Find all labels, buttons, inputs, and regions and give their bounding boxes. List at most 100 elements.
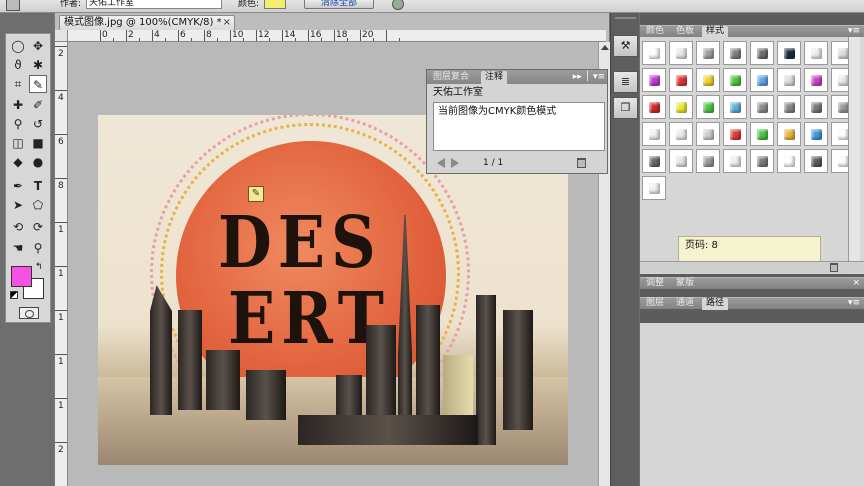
style-swatch[interactable]: [804, 68, 828, 92]
panel-menu-icon[interactable]: ▸▸ │ ▾≡: [573, 71, 605, 83]
document-tab[interactable]: 模式图像.jpg @ 100%(CMYK/8) * ×: [59, 15, 235, 30]
style-swatch[interactable]: [669, 68, 693, 92]
magic-wand-tool-icon[interactable]: ✱: [29, 56, 47, 74]
style-swatch[interactable]: [696, 68, 720, 92]
style-swatch[interactable]: [750, 95, 774, 119]
author-label: 作者:: [60, 0, 82, 9]
tab-paths[interactable]: 路径: [702, 298, 729, 310]
style-swatch[interactable]: [723, 122, 747, 146]
style-swatch[interactable]: [669, 41, 693, 65]
note-color-swatch[interactable]: [264, 0, 286, 9]
style-swatch[interactable]: [777, 68, 801, 92]
style-swatch[interactable]: [777, 149, 801, 173]
hand-tool-icon[interactable]: ☚: [9, 239, 27, 257]
note-marker-icon[interactable]: ✎: [248, 186, 264, 202]
quick-mask-icon[interactable]: [19, 307, 39, 319]
style-swatch[interactable]: [804, 95, 828, 119]
3d-orbit-tool-icon[interactable]: ⟳: [29, 218, 47, 236]
style-swatch[interactable]: [696, 122, 720, 146]
styles-panel-menu-icon[interactable]: ▾≡: [848, 26, 860, 37]
style-swatch[interactable]: [642, 122, 666, 146]
style-swatch[interactable]: [642, 95, 666, 119]
style-swatch[interactable]: [696, 41, 720, 65]
scroll-up-icon[interactable]: [601, 45, 609, 50]
style-swatch[interactable]: [777, 41, 801, 65]
style-swatch[interactable]: [777, 122, 801, 146]
tool-presets-icon[interactable]: ⚒: [613, 35, 638, 57]
style-swatch[interactable]: [750, 149, 774, 173]
swap-colors-icon[interactable]: ↰: [35, 262, 43, 272]
tab-channels[interactable]: 通道: [672, 298, 698, 310]
style-swatch[interactable]: [804, 122, 828, 146]
tab-notes[interactable]: 注释: [481, 71, 508, 84]
gradient-tool-icon[interactable]: ■: [29, 134, 47, 152]
clone-stamp-tool-icon[interactable]: ⚲: [9, 115, 27, 133]
path-selection-tool-icon[interactable]: ➤: [9, 196, 27, 214]
vertical-ruler[interactable]: 2 4 6 8 1 1 1 1 1 2: [55, 42, 68, 486]
crop-tool-icon[interactable]: ⌗: [9, 75, 27, 93]
style-swatch[interactable]: [669, 95, 693, 119]
style-swatch[interactable]: [804, 149, 828, 173]
tab-adjustments[interactable]: 调整: [642, 278, 668, 290]
zoom-tool-icon[interactable]: ⚲: [29, 239, 47, 257]
style-swatch[interactable]: [642, 149, 666, 173]
style-swatch[interactable]: [777, 95, 801, 119]
dodge-tool-icon[interactable]: ●: [29, 153, 47, 171]
history-brush-tool-icon[interactable]: ↺: [29, 115, 47, 133]
healing-brush-tool-icon[interactable]: ✚: [9, 96, 27, 114]
author-field[interactable]: 天佑工作室: [86, 0, 222, 9]
close-tab-icon[interactable]: ×: [223, 16, 231, 30]
lasso-tool-icon[interactable]: ϑ: [9, 56, 27, 74]
style-swatch[interactable]: [723, 95, 747, 119]
shape-tool-icon[interactable]: ⬠: [29, 196, 47, 214]
style-swatch[interactable]: [669, 149, 693, 173]
dock-grip[interactable]: [615, 17, 636, 19]
style-swatch[interactable]: [804, 41, 828, 65]
style-swatch[interactable]: [642, 41, 666, 65]
style-swatch[interactable]: [642, 176, 666, 200]
style-swatch[interactable]: [723, 68, 747, 92]
ruler-tick: [178, 30, 179, 41]
tab-layer-comps[interactable]: 图层复合: [429, 71, 473, 84]
style-swatch[interactable]: [750, 122, 774, 146]
ruler-tick: [55, 134, 67, 135]
style-swatch[interactable]: [750, 41, 774, 65]
default-colors-icon[interactable]: [10, 291, 18, 299]
style-swatch[interactable]: [723, 149, 747, 173]
move-tool-icon[interactable]: ✥: [29, 37, 47, 55]
styles-scrollbar[interactable]: [848, 37, 860, 261]
adjustments-menu-icon[interactable]: ×: [852, 278, 860, 289]
style-swatch[interactable]: [669, 122, 693, 146]
eraser-tool-icon[interactable]: ◫: [9, 134, 27, 152]
style-swatch[interactable]: [696, 95, 720, 119]
style-swatch[interactable]: [696, 149, 720, 173]
style-swatch-preview: [649, 75, 660, 86]
note-text-area[interactable]: 当前图像为CMYK颜色模式: [433, 102, 605, 151]
note-tool-icon-active[interactable]: ✎: [29, 75, 47, 93]
style-swatch[interactable]: [642, 68, 666, 92]
ruler-label: 18: [336, 30, 348, 40]
next-note-icon[interactable]: [451, 158, 459, 168]
tab-masks[interactable]: 蒙版: [672, 278, 698, 290]
type-tool-icon[interactable]: T: [29, 177, 47, 195]
notes-panel-icon[interactable]: ≣: [613, 71, 638, 93]
toggle-panel-icon[interactable]: [392, 0, 404, 10]
previous-note-icon[interactable]: [437, 158, 445, 168]
style-swatch[interactable]: [750, 68, 774, 92]
layer-comps-icon[interactable]: ❐: [613, 97, 638, 119]
horizontal-ruler[interactable]: 0 2 4 6 8 10 12 14 16 18 20: [68, 30, 606, 42]
marquee-tool-icon[interactable]: ◯: [9, 37, 27, 55]
layers-menu-icon[interactable]: ▾≡: [848, 298, 860, 309]
brush-tool-icon[interactable]: ✐: [29, 96, 47, 114]
delete-style-icon[interactable]: [830, 263, 838, 272]
note-tool-icon[interactable]: [6, 0, 20, 11]
3d-rotate-tool-icon[interactable]: ⟲: [9, 218, 27, 236]
clear-all-button[interactable]: 清除全部: [304, 0, 374, 9]
foreground-color[interactable]: [11, 266, 32, 287]
tab-layers[interactable]: 图层: [642, 298, 668, 310]
style-swatch[interactable]: [723, 41, 747, 65]
delete-note-icon[interactable]: [577, 158, 586, 168]
ruler-origin[interactable]: [55, 30, 68, 42]
blur-tool-icon[interactable]: ◆: [9, 153, 27, 171]
pen-tool-icon[interactable]: ✒: [9, 177, 27, 195]
